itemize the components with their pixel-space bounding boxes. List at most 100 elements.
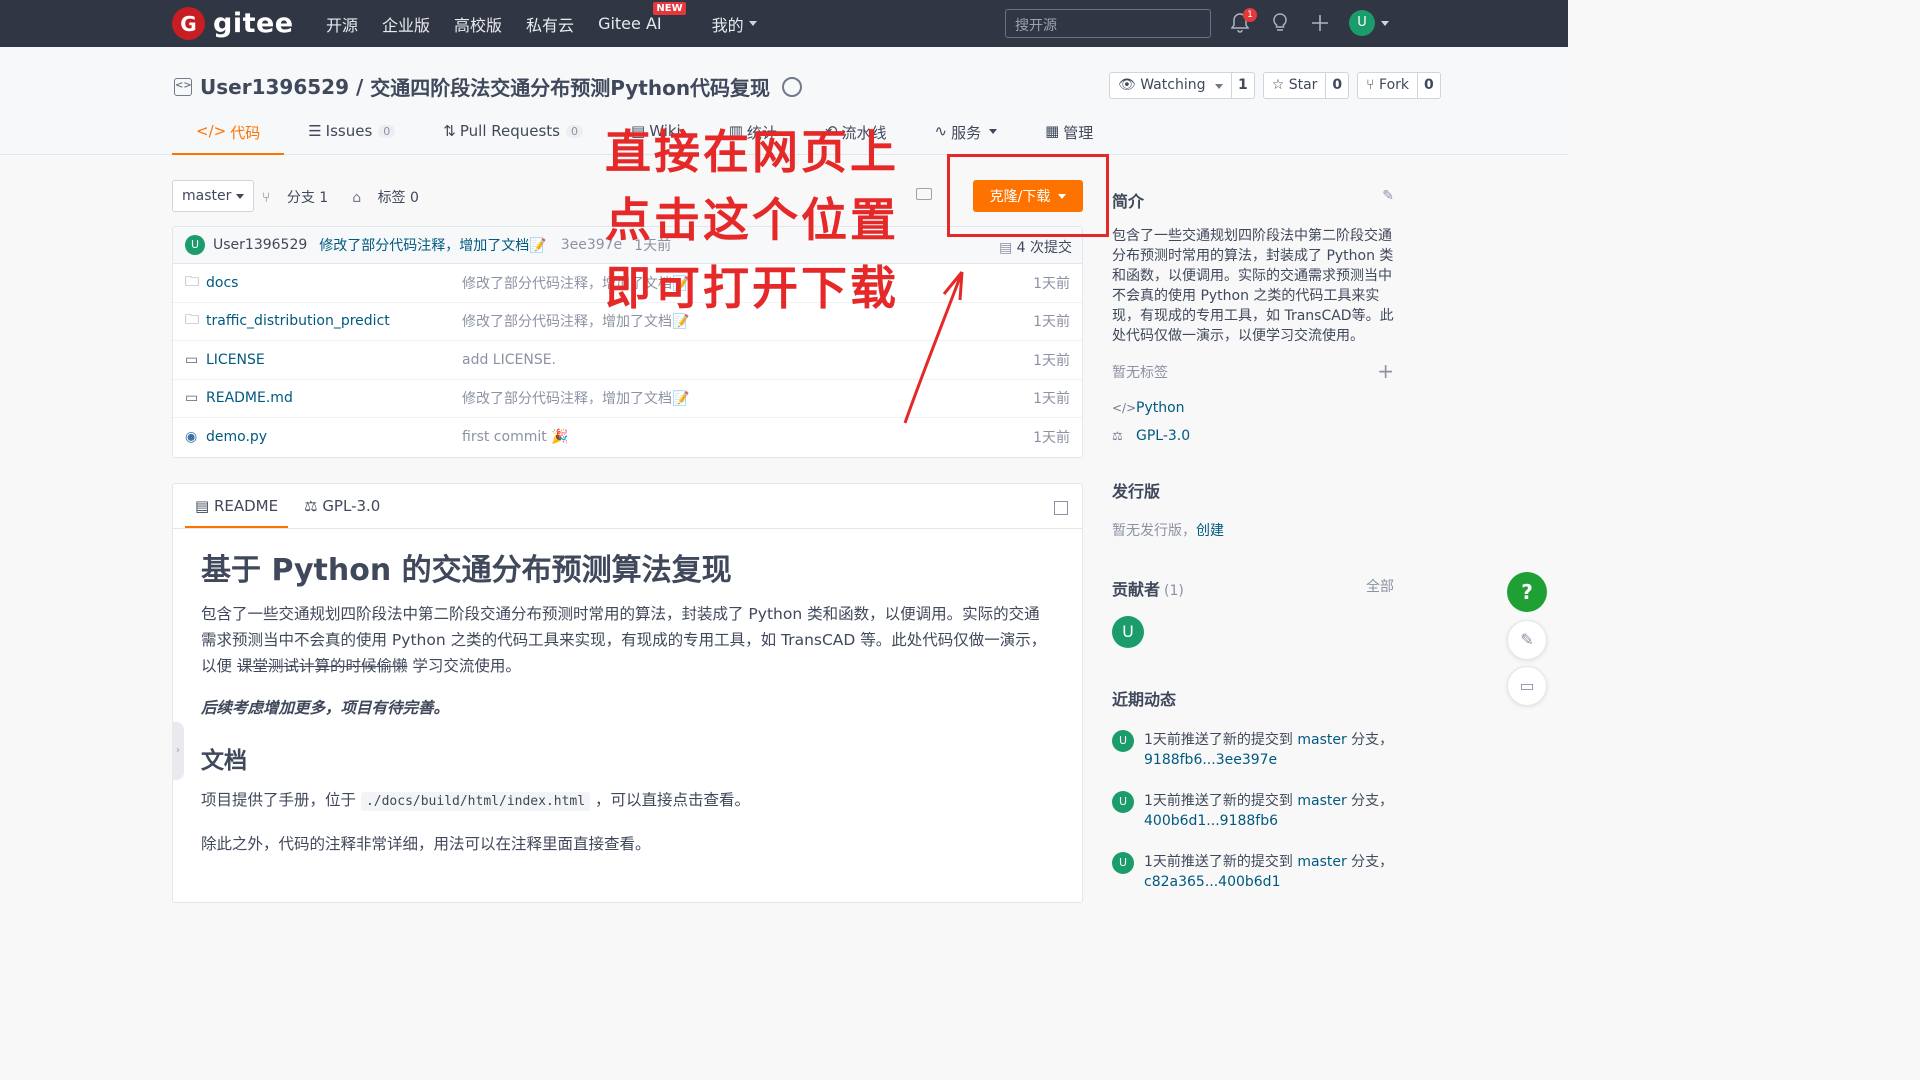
top-navbar: G gitee 开源 企业版 高校版 私有云 Gitee AI NEW 我的 搜… [0, 0, 1568, 47]
create-release-link[interactable]: 创建 [1196, 523, 1224, 539]
tab-manage-label: 管理 [1063, 124, 1094, 142]
bell-icon[interactable]: 1 [1229, 8, 1257, 34]
no-release: 暂无发行版， [1112, 523, 1196, 539]
all-contributors-link[interactable]: 全部 [1366, 576, 1394, 596]
activity-avatar[interactable]: U [1112, 791, 1134, 813]
tab-readme[interactable]: ▤ README [185, 484, 289, 528]
repo-owner-link[interactable]: User1396529 [200, 75, 349, 99]
user-avatar[interactable]: U [1349, 10, 1375, 36]
readme-p1-strike: 课堂测试计算的时候偷懒 [236, 657, 408, 675]
plus-icon[interactable] [1309, 12, 1331, 34]
pr-count: 0 [566, 125, 583, 138]
edit-icon[interactable] [1054, 501, 1068, 515]
activity-avatar[interactable]: U [1112, 852, 1134, 874]
nav-education[interactable]: 高校版 [454, 12, 502, 36]
nav-private-cloud[interactable]: 私有云 [526, 12, 574, 36]
commit-count[interactable]: ▤ 4 次提交 [999, 237, 1072, 257]
activity-branch-link[interactable]: master [1297, 793, 1346, 809]
repo-name-link[interactable]: 交通四阶段法交通分布预测Python代码复现 [370, 72, 770, 101]
plus-icon[interactable]: + [1377, 359, 1394, 383]
release-title: 发行版 [1112, 482, 1161, 501]
license-label: GPL-3.0 [1136, 428, 1191, 444]
activity-pre: 1天前推送了新的提交到 [1144, 793, 1298, 809]
file-commit-message[interactable]: add LICENSE. [462, 352, 556, 368]
manage-icon: ▦ [1045, 122, 1060, 140]
chevron-down-icon[interactable] [1381, 20, 1389, 26]
activity-title: 近期动态 [1112, 690, 1177, 709]
contributor-avatar[interactable]: U [1112, 616, 1144, 648]
watch-button[interactable]: 👁 Watching 1 [1109, 72, 1255, 99]
repo-actions: 👁 Watching 1 ☆ Star 0 ⑂ Fork 0 [1109, 72, 1449, 99]
pulse-icon: ∿ [934, 122, 948, 140]
file-commit-message[interactable]: first commit 🎉 [462, 429, 569, 445]
commit-message[interactable]: 修改了部分代码注释，增加了文档📝 [319, 235, 546, 255]
license-link[interactable]: ⚖ GPL-3.0 [1112, 428, 1396, 444]
search-input[interactable]: 搜开源 [1005, 9, 1211, 38]
commit-avatar[interactable]: U [185, 235, 205, 255]
activity-avatar[interactable]: U [1112, 730, 1134, 752]
document-icon: ▤ [195, 497, 214, 515]
nav-gitee-ai-label: Gitee AI [598, 14, 662, 33]
file-name[interactable]: traffic_distribution_predict [206, 313, 390, 329]
branch-select[interactable]: master [172, 180, 255, 212]
eye-icon: 👁 [1118, 77, 1141, 93]
file-name[interactable]: docs [206, 275, 238, 291]
branches-link[interactable]: ⑂ 分支 1 [262, 187, 340, 207]
tab-license[interactable]: ⚖ GPL-3.0 [294, 484, 390, 528]
activity-branch-link[interactable]: master [1297, 732, 1346, 748]
star-count[interactable]: 0 [1326, 73, 1348, 98]
contributors-title: 贡献者 (1) 全部 [1112, 576, 1396, 600]
webide-icon[interactable] [916, 188, 932, 200]
contributors-count: (1) [1164, 583, 1184, 599]
chat-button[interactable]: ▭ [1507, 666, 1547, 706]
tab-issues[interactable]: ☰ Issues 0 [284, 117, 419, 155]
fork-button[interactable]: ⑂ Fork 0 [1357, 72, 1441, 99]
file-name[interactable]: LICENSE [206, 352, 265, 368]
star-icon: ☆ [1271, 77, 1289, 93]
file-commit-message[interactable]: 修改了部分代码注释，增加了文档📝 [462, 388, 689, 408]
readme-note: 后续考虑增加更多，项目有待完善。 [201, 699, 450, 717]
code-icon: </> [196, 122, 227, 140]
fork-icon: ⑂ [1366, 77, 1380, 93]
star-button[interactable]: ☆ Star 0 [1262, 72, 1350, 99]
tab-code[interactable]: </> 代码 [172, 117, 285, 155]
language-link[interactable]: </> Python [1112, 400, 1396, 416]
gitee-logo[interactable]: G gitee [172, 7, 294, 40]
certificate-icon[interactable] [782, 76, 803, 97]
fork-count[interactable]: 0 [1418, 73, 1440, 98]
help-button[interactable]: ? [1507, 572, 1547, 612]
nav-enterprise[interactable]: 企业版 [382, 12, 430, 36]
tab-manage[interactable]: ▦ 管理 [1021, 117, 1117, 155]
file-name[interactable]: demo.py [206, 429, 267, 445]
tags-label: 标签 0 [377, 190, 419, 206]
tab-services[interactable]: ∿ 服务 [911, 117, 1022, 155]
sidebar-toggle-handle[interactable]: › [172, 722, 184, 780]
activity-hash-link[interactable]: 9188fb6...3ee397e [1144, 752, 1277, 768]
activity-branch-link[interactable]: master [1297, 854, 1346, 870]
docs-path-code: ./docs/build/html/index.html [360, 792, 591, 811]
edit-icon[interactable]: ✎ [1382, 188, 1394, 204]
activity-hash-link[interactable]: 400b6d1...9188fb6 [1144, 813, 1278, 829]
issues-icon: ☰ [308, 122, 322, 140]
nav-gitee-ai[interactable]: Gitee AI NEW [598, 2, 686, 33]
tags-link[interactable]: ⌂ 标签 0 [352, 187, 431, 207]
readme-panel: ▤ README ⚖ GPL-3.0 基于 Python 的交通分布预测算法复现… [172, 483, 1083, 903]
annotation-arrow [903, 271, 964, 424]
scale-icon: ⚖ [304, 497, 323, 515]
nav-open-source[interactable]: 开源 [326, 12, 358, 36]
tab-pull-requests[interactable]: ⇅ Pull Requests 0 [419, 117, 607, 155]
feedback-button[interactable]: ✎ [1507, 620, 1547, 660]
readme-paragraph: 包含了一些交通规划四阶段法中第二阶段交通分布预测时常用的算法，封装成了 Pyth… [201, 601, 1054, 679]
tag-icon: ⌂ [352, 190, 366, 206]
file-name[interactable]: README.md [206, 390, 293, 406]
top-icons: 1 U [1229, 8, 1389, 36]
nav-mine-dropdown[interactable]: 我的 [712, 12, 757, 36]
readme-p3-a: 项目提供了手册，位于 [201, 791, 361, 809]
commit-user[interactable]: User1396529 [213, 237, 307, 253]
chevron-down-icon [1214, 84, 1223, 89]
watch-count[interactable]: 1 [1232, 73, 1254, 98]
lightbulb-icon[interactable] [1269, 12, 1291, 34]
scale-icon: ⚖ [1112, 429, 1123, 443]
readme-heading: 基于 Python 的交通分布预测算法复现 [201, 553, 732, 588]
activity-hash-link[interactable]: c82a365...400b6d1 [1144, 874, 1280, 890]
